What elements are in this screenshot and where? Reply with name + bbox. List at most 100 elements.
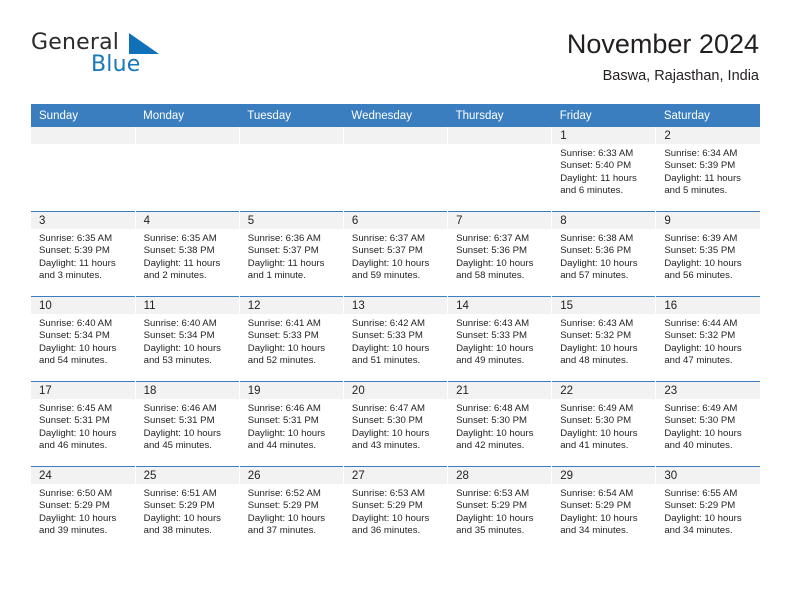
- sunrise-time: Sunrise: 6:50 AM: [39, 488, 113, 499]
- daylight-duration-line1: Daylight: 10 hours: [351, 342, 430, 354]
- day-cell-details: Sunrise: 6:42 AM Sunset: 5:33 PM Daylight:…: [344, 314, 447, 368]
- sunrise-time: Sunrise: 6:47 AM: [351, 403, 425, 414]
- calendar-day-cell[interactable]: 26 Sunrise: 6:52 AM Sunset: 5:29 PM Dayligh…: [238, 466, 344, 551]
- daylight-duration-line1: Daylight: 10 hours: [39, 342, 117, 354]
- brand-logo[interactable]: General Blue: [31, 30, 261, 88]
- day-cell-content: 12 Sunrise: 6:41 AM Sunset: 5:33 PM Dayligh…: [239, 297, 343, 381]
- sunset-time: Sunset: 5:33 PM: [247, 330, 319, 342]
- calendar-day-cell[interactable]: 6 Sunrise: 6:37 AM Sunset: 5:37 PM Daylight…: [342, 211, 448, 297]
- day-cell-details: Sunrise: 6:36 AM Sunset: 5:37 PM Daylight:…: [240, 229, 343, 283]
- calendar-day-cell[interactable]: 16 Sunrise: 6:44 AM Sunset: 5:32 PM Dayligh…: [655, 296, 760, 382]
- day-cell-content: 23 Sunrise: 6:49 AM Sunset: 5:30 PM Dayligh…: [656, 382, 760, 466]
- day-cell-content: 14 Sunrise: 6:43 AM Sunset: 5:33 PM Dayligh…: [448, 297, 552, 381]
- daylight-duration-line2: and 34 minutes.: [664, 525, 733, 537]
- daylight-duration-line1: Daylight: 10 hours: [247, 427, 326, 439]
- calendar-day-cell[interactable]: 7 Sunrise: 6:37 AM Sunset: 5:36 PM Daylight…: [447, 211, 552, 297]
- sunset-time: Sunset: 5:29 PM: [247, 500, 319, 512]
- day-cell-content: 7 Sunrise: 6:37 AM Sunset: 5:36 PM Daylight…: [448, 212, 552, 296]
- calendar-day-cell[interactable]: 30 Sunrise: 6:55 AM Sunset: 5:29 PM Dayligh…: [655, 466, 760, 551]
- sunset-time: Sunset: 5:39 PM: [664, 160, 736, 172]
- daylight-duration-line1: Daylight: 10 hours: [456, 257, 534, 269]
- sunset-time: Sunset: 5:29 PM: [560, 500, 632, 512]
- daylight-duration-line1: Daylight: 10 hours: [351, 257, 430, 269]
- calendar-day-cell[interactable]: 17 Sunrise: 6:45 AM Sunset: 5:31 PM Dayligh…: [31, 381, 136, 467]
- day-number: 29: [552, 467, 656, 484]
- day-cell-content: 27 Sunrise: 6:53 AM Sunset: 5:29 PM Dayligh…: [343, 467, 448, 551]
- day-cell-details: Sunrise: 6:35 AM Sunset: 5:39 PM Daylight:…: [31, 229, 135, 283]
- calendar-day-cell[interactable]: 11 Sunrise: 6:40 AM Sunset: 5:34 PM Dayligh…: [134, 296, 240, 382]
- daylight-duration-line2: and 57 minutes.: [560, 270, 629, 282]
- calendar-day-cell[interactable]: 15 Sunrise: 6:43 AM Sunset: 5:32 PM Dayligh…: [551, 296, 656, 382]
- daylight-duration-line2: and 37 minutes.: [247, 525, 317, 537]
- day-number: 22: [552, 382, 656, 399]
- calendar-day-cell[interactable]: 28 Sunrise: 6:53 AM Sunset: 5:29 PM Dayligh…: [447, 466, 552, 551]
- calendar-day-cell[interactable]: 22 Sunrise: 6:49 AM Sunset: 5:30 PM Dayligh…: [551, 381, 656, 467]
- calendar-day-cell[interactable]: 19 Sunrise: 6:46 AM Sunset: 5:31 PM Dayligh…: [238, 381, 344, 467]
- calendar-day-cell[interactable]: 21 Sunrise: 6:48 AM Sunset: 5:30 PM Dayligh…: [447, 381, 552, 467]
- day-cell-content: 18 Sunrise: 6:46 AM Sunset: 5:31 PM Dayligh…: [135, 382, 239, 466]
- daylight-duration-line1: Daylight: 10 hours: [39, 512, 117, 524]
- calendar-day-cell[interactable]: 3 Sunrise: 6:35 AM Sunset: 5:39 PM Daylight…: [31, 211, 136, 297]
- daylight-duration-line2: and 1 minute.: [247, 270, 306, 282]
- day-cell-content: 8 Sunrise: 6:38 AM Sunset: 5:36 PM Daylight…: [552, 212, 656, 296]
- day-cell-details: Sunrise: 6:49 AM Sunset: 5:30 PM Daylight:…: [656, 399, 760, 453]
- page-header: General Blue November 2024 Baswa, Rajast…: [31, 28, 759, 96]
- sunrise-time: Sunrise: 6:36 AM: [247, 233, 321, 244]
- day-cell-details: Sunrise: 6:54 AM Sunset: 5:29 PM Daylight:…: [552, 484, 655, 538]
- day-cell-details: Sunrise: 6:38 AM Sunset: 5:36 PM Daylight:…: [552, 229, 655, 283]
- daylight-duration-line1: Daylight: 11 hours: [143, 257, 221, 269]
- sunset-time: Sunset: 5:34 PM: [143, 330, 215, 342]
- daylight-duration-line1: Daylight: 10 hours: [247, 512, 326, 524]
- day-number: 6: [343, 212, 448, 229]
- daylight-duration-line2: and 34 minutes.: [560, 525, 629, 537]
- sunset-time: Sunset: 5:31 PM: [39, 415, 110, 427]
- calendar-day-cell[interactable]: 27 Sunrise: 6:53 AM Sunset: 5:29 PM Dayligh…: [342, 466, 448, 551]
- calendar-day-cell[interactable]: 12 Sunrise: 6:41 AM Sunset: 5:33 PM Dayligh…: [238, 296, 344, 382]
- calendar-day-cell[interactable]: 8 Sunrise: 6:38 AM Sunset: 5:36 PM Daylight…: [551, 211, 656, 297]
- calendar-day-cell[interactable]: 29 Sunrise: 6:54 AM Sunset: 5:29 PM Dayligh…: [551, 466, 656, 551]
- day-cell-details: Sunrise: 6:53 AM Sunset: 5:29 PM Daylight:…: [448, 484, 551, 538]
- day-number: 21: [448, 382, 552, 399]
- calendar-day-cell[interactable]: 2 Sunrise: 6:34 AM Sunset: 5:39 PM Daylight…: [655, 127, 760, 212]
- daylight-duration-line2: and 59 minutes.: [351, 270, 421, 282]
- calendar-day-cell[interactable]: 24 Sunrise: 6:50 AM Sunset: 5:29 PM Dayligh…: [31, 466, 136, 551]
- calendar-day-cell[interactable]: 1 Sunrise: 6:33 AM Sunset: 5:40 PM Daylight…: [551, 127, 656, 212]
- calendar-day-cell[interactable]: 14 Sunrise: 6:43 AM Sunset: 5:33 PM Dayligh…: [447, 296, 552, 382]
- day-cell-details: Sunrise: 6:39 AM Sunset: 5:35 PM Daylight:…: [656, 229, 760, 283]
- day-cell-content: 9 Sunrise: 6:39 AM Sunset: 5:35 PM Daylight…: [656, 212, 760, 296]
- day-cell-content: [31, 127, 135, 211]
- day-number: [239, 127, 343, 144]
- daylight-duration-line2: and 47 minutes.: [664, 355, 733, 367]
- day-cell-content: [135, 127, 239, 211]
- calendar-day-cell[interactable]: 13 Sunrise: 6:42 AM Sunset: 5:33 PM Dayligh…: [342, 296, 448, 382]
- calendar-day-cell[interactable]: 20 Sunrise: 6:47 AM Sunset: 5:30 PM Dayligh…: [342, 381, 448, 467]
- calendar-day-cell[interactable]: 4 Sunrise: 6:35 AM Sunset: 5:38 PM Daylight…: [134, 211, 240, 297]
- calendar-day-cell[interactable]: 25 Sunrise: 6:51 AM Sunset: 5:29 PM Dayligh…: [134, 466, 240, 551]
- sunrise-time: Sunrise: 6:55 AM: [664, 488, 738, 499]
- daylight-duration-line2: and 45 minutes.: [143, 440, 212, 452]
- calendar-day-cell: [447, 127, 552, 212]
- calendar-day-cell[interactable]: 5 Sunrise: 6:36 AM Sunset: 5:37 PM Daylight…: [238, 211, 344, 297]
- daylight-duration-line1: Daylight: 10 hours: [664, 512, 742, 524]
- calendar-day-cell[interactable]: 10 Sunrise: 6:40 AM Sunset: 5:34 PM Dayligh…: [31, 296, 136, 382]
- daylight-duration-line1: Daylight: 11 hours: [560, 172, 637, 184]
- day-cell-details: Sunrise: 6:50 AM Sunset: 5:29 PM Daylight:…: [31, 484, 135, 538]
- day-number: 14: [448, 297, 552, 314]
- daylight-duration-line1: Daylight: 11 hours: [247, 257, 325, 269]
- sunrise-time: Sunrise: 6:41 AM: [247, 318, 321, 329]
- calendar-week-row: 10 Sunrise: 6:40 AM Sunset: 5:34 PM Dayligh…: [31, 296, 760, 382]
- day-number: [448, 127, 552, 144]
- sunset-time: Sunset: 5:30 PM: [560, 415, 632, 427]
- day-number: 19: [239, 382, 343, 399]
- sunset-time: Sunset: 5:29 PM: [351, 500, 423, 512]
- sunrise-time: Sunrise: 6:40 AM: [39, 318, 113, 329]
- weekday-header-monday: Monday: [135, 104, 240, 127]
- daylight-duration-line1: Daylight: 11 hours: [39, 257, 116, 269]
- calendar-day-cell[interactable]: 18 Sunrise: 6:46 AM Sunset: 5:31 PM Dayligh…: [134, 381, 240, 467]
- daylight-duration-line2: and 53 minutes.: [143, 355, 212, 367]
- blue-triangle-icon: [129, 33, 159, 54]
- calendar-day-cell[interactable]: 23 Sunrise: 6:49 AM Sunset: 5:30 PM Dayligh…: [655, 381, 760, 467]
- day-cell-content: 13 Sunrise: 6:42 AM Sunset: 5:33 PM Dayligh…: [343, 297, 448, 381]
- weekday-header-row: Sunday Monday Tuesday Wednesday Thursday…: [31, 104, 760, 127]
- calendar-day-cell[interactable]: 9 Sunrise: 6:39 AM Sunset: 5:35 PM Daylight…: [655, 211, 760, 297]
